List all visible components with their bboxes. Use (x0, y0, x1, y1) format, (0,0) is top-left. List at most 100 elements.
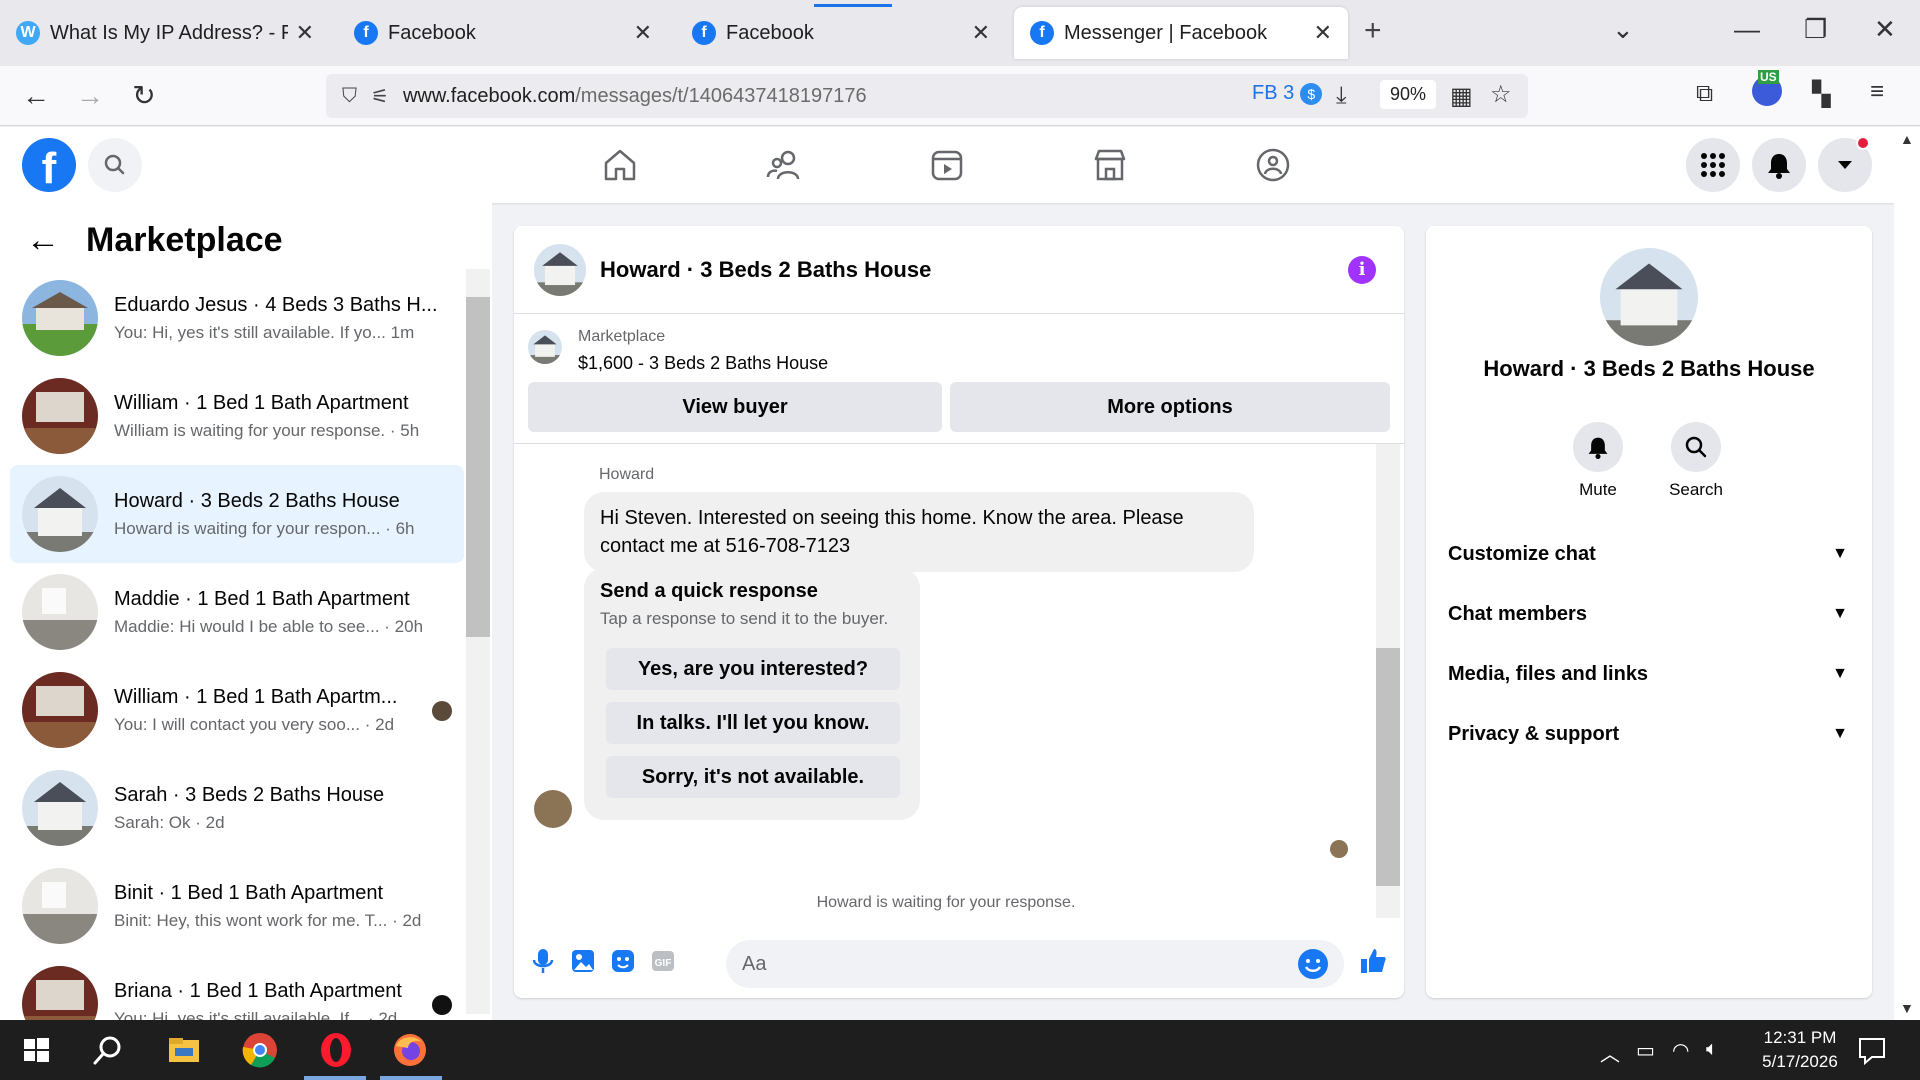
back-arrow-icon[interactable]: ← (26, 221, 60, 260)
system-clock[interactable]: 12:31 PM 5/17/2026 (1740, 1026, 1860, 1074)
conversation-item[interactable]: Binit · 1 Bed 1 Bath Apartment Binit: Hey… (10, 857, 464, 955)
zoom-level[interactable]: 90% (1380, 80, 1437, 109)
profile-avatar[interactable] (1600, 248, 1698, 346)
minimize-button[interactable]: — (1734, 14, 1760, 45)
home-icon[interactable] (600, 145, 640, 185)
tray-overflow-icon[interactable]: ︿ (1600, 1038, 1620, 1067)
close-tab-icon[interactable]: ✕ (634, 20, 652, 46)
volume-icon[interactable]: 🔈︎ (1706, 1038, 1718, 1061)
groups-icon[interactable] (1253, 145, 1293, 185)
customize-chat-section[interactable]: Customize chat ▼ (1448, 534, 1848, 574)
close-tab-icon[interactable]: ✕ (1314, 20, 1332, 46)
search-in-chat-button[interactable]: Search (1656, 422, 1736, 500)
marketplace-icon[interactable] (1090, 145, 1130, 185)
message-input[interactable]: Aa (726, 940, 1344, 988)
permissions-icon[interactable]: ⚟ (371, 84, 389, 109)
listing-price[interactable]: $1,600 - 3 Beds 2 Baths House (578, 353, 828, 374)
vpn-extension-icon[interactable]: US (1752, 70, 1782, 106)
chat-scrollbar[interactable] (1376, 444, 1400, 918)
tab-list-chevron-icon[interactable]: ⌄ (1612, 14, 1634, 45)
facebook-search-button[interactable] (88, 138, 142, 192)
more-options-button[interactable]: More options (950, 382, 1390, 432)
quick-response-in-talks[interactable]: In talks. I'll let you know. (606, 702, 900, 744)
scroll-down-arrow-icon[interactable]: ▼ (1900, 1000, 1914, 1016)
conversation-item[interactable]: William · 1 Bed 1 Bath Apartm... You: I w… (10, 661, 464, 759)
conversation-item[interactable]: Eduardo Jesus · 4 Beds 3 Baths H... You: … (10, 269, 464, 367)
opera-icon[interactable] (316, 1030, 356, 1070)
wifi-icon[interactable]: ◠ (1672, 1038, 1689, 1063)
marketplace-conversations-panel: ← Marketplace Eduardo Jesus · 4 Beds 3 B… (0, 203, 492, 1020)
notification-center-icon[interactable] (1852, 1030, 1892, 1070)
conversation-item[interactable]: Briana · 1 Bed 1 Bath Apartment You: Hi, … (10, 955, 464, 1020)
account-button[interactable] (1818, 136, 1872, 192)
search-icon[interactable] (88, 1030, 128, 1070)
chat-title[interactable]: Howard · 3 Beds 2 Baths House (600, 257, 931, 283)
message-bubble[interactable]: Hi Steven. Interested on seeing this hom… (584, 492, 1254, 572)
tab-messenger[interactable]: f Messenger | Facebook ✕ (1014, 7, 1348, 59)
battery-icon[interactable]: ▭ (1636, 1038, 1655, 1063)
close-tab-icon[interactable]: ✕ (296, 20, 314, 46)
tab-whatismyip[interactable]: W What Is My IP Address? - Find IP ✕ (0, 7, 330, 59)
sticker-icon[interactable] (608, 946, 638, 976)
media-files-links-section[interactable]: Media, files and links ▼ (1448, 654, 1848, 694)
scrollbar-thumb[interactable] (466, 297, 490, 637)
panel-title: Marketplace (86, 221, 283, 259)
quick-response-subtitle: Tap a response to send it to the buyer. (600, 609, 889, 628)
restore-button[interactable]: ❐ (1804, 14, 1827, 45)
fb-extension-badge[interactable]: FB 3 $ (1252, 82, 1323, 105)
listing-thumbnail (22, 868, 98, 944)
tab-facebook-2[interactable]: f Facebook ✕ (676, 7, 1006, 59)
close-window-button[interactable]: ✕ (1874, 14, 1896, 45)
privacy-support-section[interactable]: Privacy & support ▼ (1448, 714, 1848, 754)
browser-tab-strip: W What Is My IP Address? - Find IP ✕ f F… (0, 0, 1920, 66)
conversation-item[interactable]: Maddie · 1 Bed 1 Bath Apartment Maddie: H… (10, 563, 464, 661)
view-buyer-button[interactable]: View buyer (528, 382, 942, 432)
download-page-icon[interactable]: ⤓ (1336, 82, 1347, 110)
notifications-button[interactable] (1752, 138, 1806, 192)
microphone-icon[interactable] (528, 946, 558, 976)
scroll-up-arrow-icon[interactable]: ▲ (1900, 131, 1914, 147)
chevron-down-icon (1838, 161, 1852, 169)
shield-icon[interactable]: ⛉ (342, 85, 357, 108)
grid-apps-icon[interactable]: ▦ (1450, 82, 1473, 111)
sender-avatar[interactable] (534, 790, 572, 828)
close-tab-icon[interactable]: ✕ (972, 20, 990, 46)
menu-grid-button[interactable] (1686, 138, 1740, 192)
extensions-icon[interactable]: ⧉ (1696, 80, 1713, 108)
conversation-item[interactable]: Sarah · 3 Beds 2 Baths House Sarah: Ok · … (10, 759, 464, 857)
chevron-down-icon: ▼ (1832, 725, 1848, 742)
info-icon[interactable]: i (1348, 256, 1376, 284)
conversation-item[interactable]: William · 1 Bed 1 Bath Apartment William … (10, 367, 464, 465)
windows-start-icon[interactable] (16, 1030, 56, 1070)
chrome-icon[interactable] (240, 1030, 280, 1070)
firefox-icon[interactable] (390, 1030, 430, 1070)
url-bar[interactable]: ⛉ ⚟ www.facebook.com/messages/t/14064374… (326, 74, 1528, 118)
quick-response-interested[interactable]: Yes, are you interested? (606, 648, 900, 690)
gif-icon[interactable]: GIF (648, 946, 678, 976)
back-button[interactable]: ← (18, 78, 54, 114)
seen-avatar (432, 995, 452, 1015)
video-icon[interactable] (927, 145, 967, 185)
reload-button[interactable]: ↻ (126, 78, 162, 114)
menu-icon[interactable]: ≡ (1870, 78, 1884, 106)
apps-grid-icon[interactable]: ▚ (1812, 80, 1830, 109)
tab-facebook-1[interactable]: f Facebook ✕ (338, 7, 668, 59)
mute-button[interactable]: Mute (1558, 422, 1638, 500)
facebook-logo[interactable]: f (22, 138, 76, 192)
file-explorer-icon[interactable] (164, 1030, 204, 1070)
conversation-scrollbar[interactable] (466, 269, 490, 1014)
seen-indicator-avatar (1330, 840, 1348, 858)
friends-icon[interactable] (764, 145, 804, 185)
forward-button[interactable]: → (72, 78, 108, 114)
new-tab-button[interactable]: + (1364, 14, 1382, 48)
quick-response-not-available[interactable]: Sorry, it's not available. (606, 756, 900, 798)
emoji-icon[interactable] (1298, 949, 1328, 979)
conversation-item-selected[interactable]: Howard · 3 Beds 2 Baths House Howard is w… (10, 465, 464, 563)
photo-icon[interactable] (568, 946, 598, 976)
chat-members-section[interactable]: Chat members ▼ (1448, 594, 1848, 634)
bookmark-star-icon[interactable]: ☆ (1490, 80, 1512, 109)
scrollbar-thumb[interactable] (1376, 648, 1400, 886)
thumbs-up-icon[interactable] (1358, 946, 1388, 976)
chat-avatar[interactable] (534, 243, 586, 296)
page-scrollbar[interactable]: ▲ ▼ (1894, 127, 1920, 1020)
